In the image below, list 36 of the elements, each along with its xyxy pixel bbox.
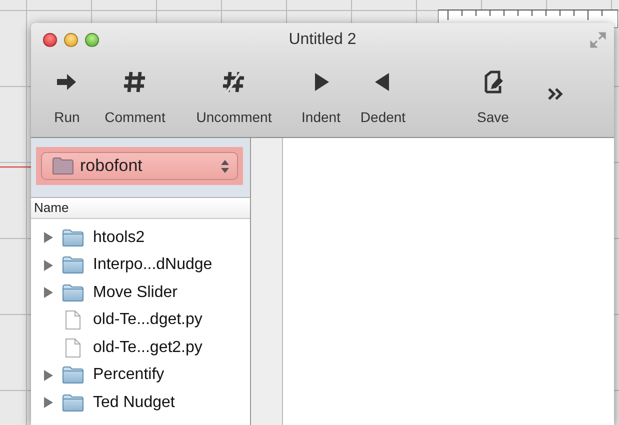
collapsed-triangle-icon[interactable] [44,287,55,298]
toolbar-button[interactable]: Run [43,63,91,125]
minimize-button[interactable] [64,33,78,47]
hash-icon [123,70,147,94]
folder-icon [62,394,84,412]
toolbar-button[interactable]: Comment [95,63,175,125]
file-list-item[interactable]: old-Te...dget.py [31,306,250,334]
file-list-item[interactable]: Ted Nudget [31,389,250,416]
fullscreen-icon[interactable] [590,32,606,48]
document-icon [65,338,81,358]
folder-icon [62,366,84,384]
toolbar-button[interactable]: Dedent [353,63,413,125]
window-title: Untitled 2 [288,31,356,49]
folder-icon [62,284,84,302]
collapsed-triangle-icon[interactable] [44,232,55,244]
collapsed-triangle-icon[interactable] [44,260,55,271]
file-list-item[interactable]: Move Slider [31,279,250,306]
folder-icon [62,256,84,274]
collapsed-triangle-icon[interactable] [44,370,55,381]
folder-icon [52,157,74,175]
zoom-button[interactable] [85,33,99,47]
toolbar-button[interactable]: Indent [295,63,347,125]
folder-icon [62,228,84,247]
file-list-item[interactable]: Percentify [31,362,250,389]
file-list-item[interactable]: htools2 [31,224,250,252]
close-button[interactable] [43,33,57,47]
updown-arrows-icon [221,160,229,172]
document-icon [65,310,81,330]
toolbar-button[interactable]: Uncomment [181,63,287,125]
collapsed-triangle-icon[interactable] [44,397,55,408]
file-list-item[interactable]: old-Te...get2.py [31,334,250,362]
overflow-chevron-icon[interactable] [547,87,563,101]
struck-hash-icon [222,70,246,94]
toolbar-button[interactable]: Save [463,63,523,125]
file-list-item[interactable]: Interpo...dNudge [31,252,250,279]
folder-popup[interactable]: robofont [41,152,238,180]
